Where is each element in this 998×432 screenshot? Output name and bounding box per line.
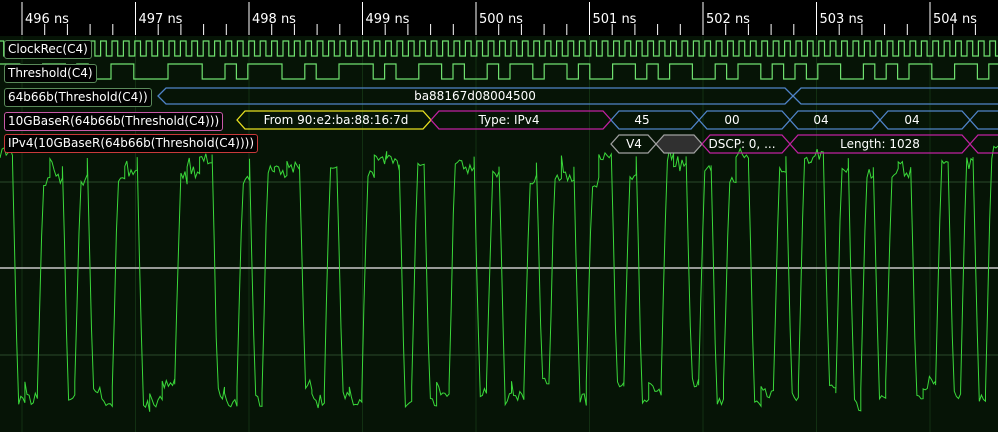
decode-ipv4-block xyxy=(655,134,703,154)
tick-label: 497 ns xyxy=(138,12,183,27)
tick-label: 504 ns xyxy=(933,12,977,27)
channel-label-64b66b[interactable]: 64b66b(Threshold(C4)) xyxy=(4,88,152,107)
decode-10gbaser-text: Type: IPv4 xyxy=(478,113,540,127)
decode-ipv4-text: V4 xyxy=(626,137,642,151)
channel-label-10gbaser[interactable]: 10GBaseR(64b66b(Threshold(C4))) xyxy=(4,112,224,131)
tick-label: 503 ns xyxy=(819,12,864,27)
channel-label-ipv4[interactable]: IPv4(10GBaseR(64b66b(Threshold(C4)))) xyxy=(4,134,259,153)
decode-ipv4-text: DSCP: 0, ... xyxy=(708,137,775,151)
threshold-trace xyxy=(0,63,998,80)
tick-label: 498 ns xyxy=(252,12,296,27)
decode-64b66b-block xyxy=(792,87,998,105)
channel-label-threshold[interactable]: Threshold(C4) xyxy=(4,64,97,83)
decode-10gbaser-block xyxy=(698,110,791,130)
decode-ipv4-block xyxy=(969,134,998,154)
tick-label: 496 ns xyxy=(25,12,69,27)
decode-64b66b-text: ba88167d08004500 xyxy=(414,89,536,103)
time-ruler[interactable]: 496 ns 497 ns 498 ns 499 ns 500 ns 501 ns 502 … xyxy=(0,0,998,36)
tick-label: 501 ns xyxy=(592,12,637,27)
decode-10gbaser-block xyxy=(610,110,700,130)
decode-10gbaser-text: 00 xyxy=(724,113,739,127)
waveform-area[interactable]: ba88167d08004500 From 90:e2:ba:88:16:7d Ty… xyxy=(0,36,998,432)
decode-10gbaser-block xyxy=(789,110,881,130)
decode-10gbaser-text: 45 xyxy=(634,113,649,127)
decode-10gbaser-text: 04 xyxy=(813,113,828,127)
tick-label: 502 ns xyxy=(706,12,750,27)
tick-label: 499 ns xyxy=(365,12,410,27)
decode-10gbaser-text: From 90:e2:ba:88:16:7d xyxy=(264,113,409,127)
decode-10gbaser-block xyxy=(879,110,971,130)
clockrec-trace xyxy=(0,40,998,57)
channel-label-clockrec[interactable]: ClockRec(C4) xyxy=(4,40,92,59)
analog-trace-c4 xyxy=(0,145,998,412)
decode-10gbaser-block xyxy=(969,110,998,130)
decode-10gbaser-text: 04 xyxy=(904,113,919,127)
decode-ipv4-text: Length: 1028 xyxy=(840,137,920,151)
tick-label: 500 ns xyxy=(479,12,523,27)
